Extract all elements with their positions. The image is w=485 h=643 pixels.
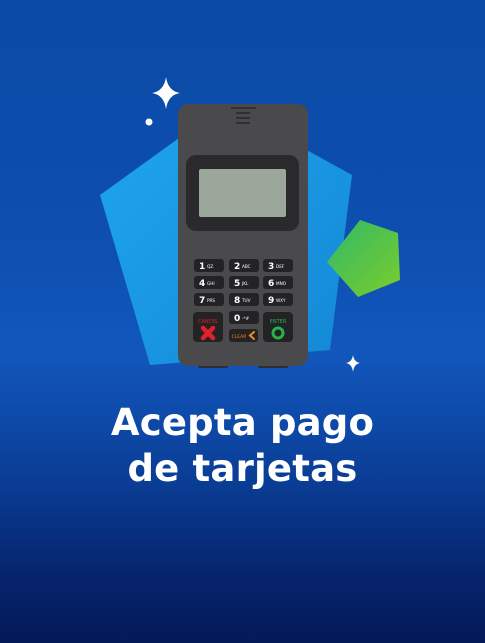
key-letters: JKL <box>241 281 249 286</box>
key-letters: TUV <box>241 298 251 303</box>
headline: Acepta pago de tarjetas <box>0 400 485 492</box>
sparkle-dot-icon <box>145 118 153 126</box>
cancel-key-label: CANCEL <box>198 319 218 325</box>
number-key: 3 DEF <box>263 259 293 272</box>
key-digit: 3 <box>268 262 274 272</box>
headline-line-2: de tarjetas <box>127 447 358 490</box>
card-terminal-illustration: 1 QZ. 2 ABC 3 DEF 4 GHI 5 JKL 6 MNO 7 PRS 8 TUV 9 WXY CAN… <box>100 77 400 372</box>
key-digit: 5 <box>234 279 240 289</box>
promo-screen: 1 QZ. 2 ABC 3 DEF 4 GHI 5 JKL 6 MNO 7 PRS 8 TUV 9 WXY CAN… <box>0 0 485 643</box>
headline-line-1: Acepta pago <box>110 401 375 444</box>
key-letters: PRS <box>207 298 215 303</box>
key-digit: 7 <box>199 296 205 306</box>
card-terminal: 1 QZ. 2 ABC 3 DEF 4 GHI 5 JKL 6 MNO 7 PRS 8 TUV 9 WXY CAN… <box>178 104 308 366</box>
key-digit: 0 <box>234 314 240 324</box>
key-letters: GHI <box>207 281 215 286</box>
terminal-screen <box>199 169 286 217</box>
key-digit: 4 <box>199 279 205 289</box>
sparkle-icon <box>152 77 180 109</box>
key-letters: WXY <box>276 298 286 303</box>
key-letters: ABC <box>242 264 251 269</box>
key-digit: 6 <box>268 279 274 289</box>
number-key: 6 MNO <box>263 276 293 289</box>
number-key: 1 QZ. <box>194 259 224 272</box>
key-letters: QZ. <box>207 264 215 269</box>
clear-key-label: CLEAR <box>232 334 247 340</box>
key-letters: -*# <box>242 316 250 321</box>
key-digit: 1 <box>199 262 205 272</box>
key-letters: MNO <box>276 281 287 286</box>
number-key: 7 PRS <box>194 293 224 306</box>
number-key: 0 -*# <box>229 311 259 324</box>
number-key: 9 WXY <box>263 293 293 306</box>
number-key: 8 TUV <box>229 293 259 306</box>
key-digit: 2 <box>234 262 240 272</box>
key-digit: 9 <box>268 296 274 306</box>
sparkle-icon <box>346 355 360 372</box>
number-key: 2 ABC <box>229 259 259 272</box>
cancel-key <box>193 312 223 342</box>
number-key: 5 JKL <box>229 276 259 289</box>
key-letters: DEF <box>276 264 285 269</box>
key-digit: 8 <box>234 296 240 306</box>
enter-key-label: ENTER <box>270 319 287 325</box>
number-key: 4 GHI <box>194 276 224 289</box>
